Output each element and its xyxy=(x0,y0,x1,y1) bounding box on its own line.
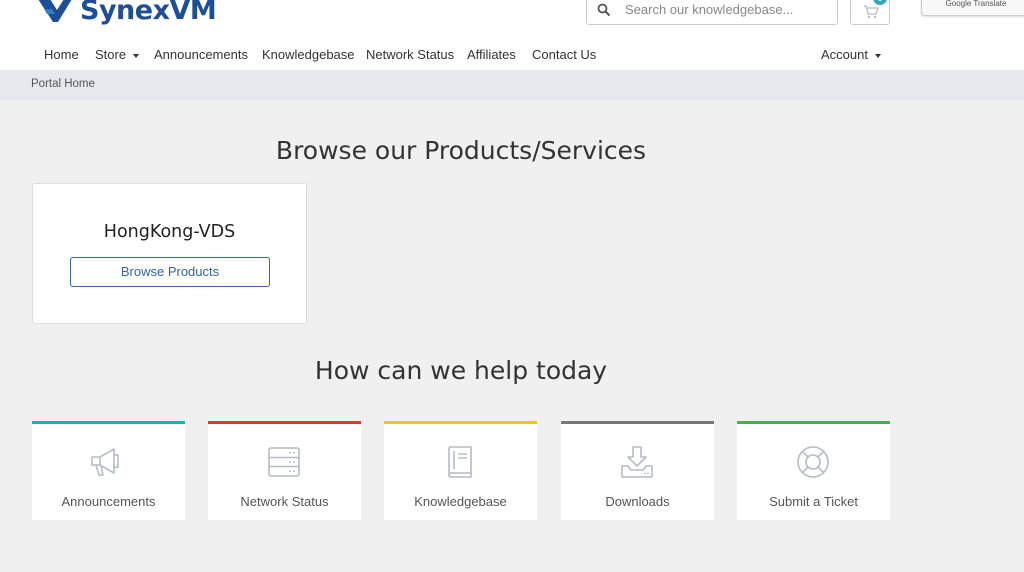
nav-contact-us[interactable]: Contact Us xyxy=(532,47,596,62)
help-card-label: Submit a Ticket xyxy=(769,494,858,509)
help-card-label: Announcements xyxy=(61,494,156,509)
product-card: HongKong-VDS Browse Products xyxy=(32,183,307,324)
chevron-down-icon xyxy=(874,53,881,58)
cart-button[interactable]: 0 xyxy=(850,0,890,25)
brand-logo[interactable]: SynexVM xyxy=(36,0,217,28)
breadcrumb: Portal Home xyxy=(0,70,1024,100)
book-icon xyxy=(448,446,472,478)
nav-account-label: Account xyxy=(821,47,868,62)
search-input[interactable] xyxy=(625,2,835,17)
search-icon xyxy=(597,3,611,16)
help-card-submit-ticket[interactable]: Submit a Ticket xyxy=(737,421,890,520)
browse-products-button[interactable]: Browse Products xyxy=(70,257,270,287)
chevron-down-icon xyxy=(133,53,140,58)
help-card-downloads[interactable]: Downloads xyxy=(561,421,714,520)
help-card-network-status[interactable]: Network Status xyxy=(208,421,361,520)
nav-store[interactable]: Store xyxy=(95,47,140,62)
megaphone-icon xyxy=(91,448,119,476)
help-card-announcements[interactable]: Announcements xyxy=(32,421,185,520)
breadcrumb-portal-home: Portal Home xyxy=(31,78,95,90)
nav-affiliates[interactable]: Affiliates xyxy=(467,47,516,62)
products-section-title: Browse our Products/Services xyxy=(275,136,647,165)
help-card-knowledgebase[interactable]: Knowledgebase xyxy=(384,421,537,520)
main-navigation: Home Store Announcements Knowledgebase N… xyxy=(0,40,1024,70)
synexvm-logo-icon xyxy=(38,0,72,22)
knowledgebase-search[interactable] xyxy=(586,0,838,25)
google-translate-button[interactable]: Google Translate xyxy=(921,0,1024,16)
nav-account[interactable]: Account xyxy=(821,47,881,62)
site-header: SynexVM 0 Google Translate Home Store An… xyxy=(0,0,1024,70)
help-section-title: How can we help today xyxy=(314,356,608,385)
nav-store-label: Store xyxy=(95,47,127,62)
nav-knowledgebase[interactable]: Knowledgebase xyxy=(262,47,355,62)
product-name: HongKong-VDS xyxy=(103,222,236,242)
nav-home[interactable]: Home xyxy=(44,47,79,62)
server-icon xyxy=(268,447,300,477)
help-card-label: Knowledgebase xyxy=(414,494,507,509)
lifebuoy-icon xyxy=(797,446,829,478)
help-card-label: Network Status xyxy=(240,494,329,509)
shopping-cart-icon xyxy=(864,5,879,19)
nav-announcements[interactable]: Announcements xyxy=(154,47,248,62)
help-card-label: Downloads xyxy=(605,494,670,509)
nav-network-status[interactable]: Network Status xyxy=(366,47,454,62)
brand-name: SynexVM xyxy=(80,0,217,26)
download-icon xyxy=(621,446,653,478)
